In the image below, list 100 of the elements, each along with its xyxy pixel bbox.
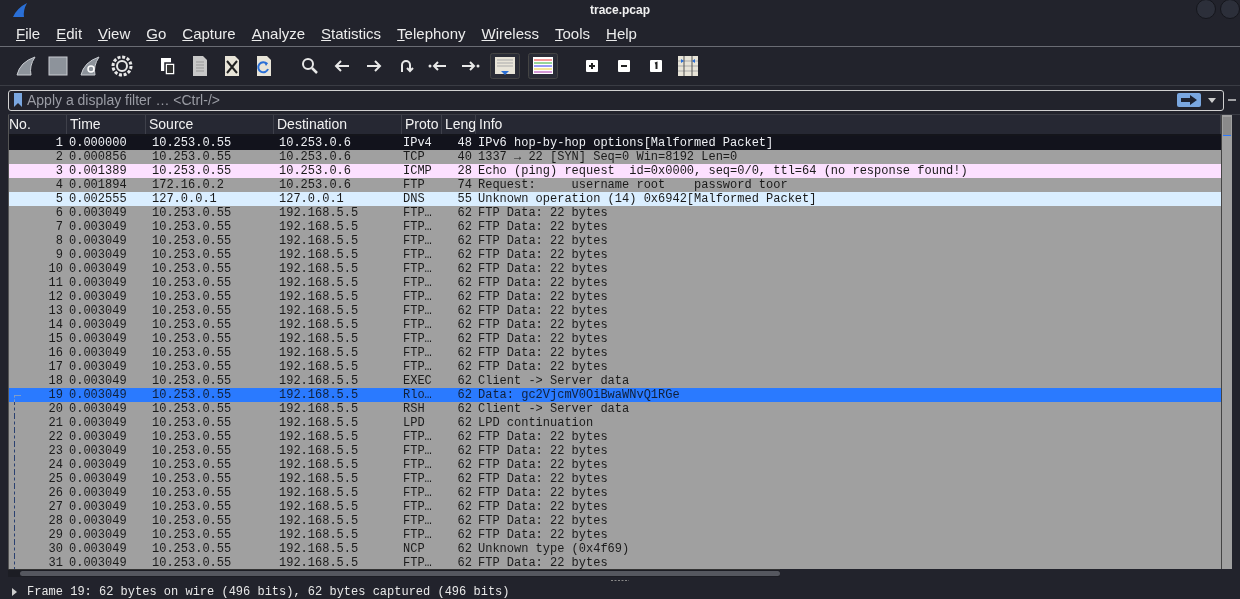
packet-row[interactable]: 24 0.003049 10.253.0.55 192.168.5.5 FTP… 62 FTP Data: 22 bytes bbox=[9, 458, 1221, 472]
packet-row[interactable]: 28 0.003049 10.253.0.55 192.168.5.5 FTP… 62 FTP Data: 22 bytes bbox=[9, 514, 1221, 528]
detail-line[interactable]: Frame 19: 62 bytes on wire (496 bits), 62 bytes captured (496 bits) bbox=[27, 585, 510, 599]
table-cell-text: FTP… bbox=[403, 346, 433, 360]
table-cell-text: 192.168.5.5 bbox=[278, 206, 360, 220]
menu-item[interactable]: File bbox=[8, 24, 49, 42]
packet-row[interactable]: 10 0.003049 10.253.0.55 192.168.5.5 FTP… 62 FTP Data: 22 bytes bbox=[9, 262, 1221, 276]
packet-row[interactable]: 9 0.003049 10.253.0.55 192.168.5.5 FTP… 62 FTP Data: 22 bytes bbox=[9, 248, 1221, 262]
packet-row[interactable]: 18 0.003049 10.253.0.55 192.168.5.5 EXEC 62 Client -> Server data bbox=[9, 374, 1221, 388]
packet-row[interactable]: 26 0.003049 10.253.0.55 192.168.5.5 FTP… 62 FTP Data: 22 bytes bbox=[9, 486, 1221, 500]
stop-icon[interactable] bbox=[46, 54, 70, 78]
packet-row[interactable]: 23 0.003049 10.253.0.55 192.168.5.5 FTP… 62 FTP Data: 22 bytes bbox=[9, 444, 1221, 458]
autoscroll-icon[interactable] bbox=[490, 53, 520, 79]
table-cell-text: 10.253.0.55 bbox=[151, 556, 233, 569]
table-cell-text: 172.16.0.2 bbox=[151, 178, 225, 192]
table-cell-text: 10 bbox=[47, 262, 64, 276]
expand-caret-icon[interactable] bbox=[12, 588, 17, 596]
packet-row[interactable]: 27 0.003049 10.253.0.55 192.168.5.5 FTP… 62 FTP Data: 22 bytes bbox=[9, 500, 1221, 514]
packet-row[interactable]: 12 0.003049 10.253.0.55 192.168.5.5 FTP… 62 FTP Data: 22 bytes bbox=[9, 290, 1221, 304]
menu-item[interactable]: Tools bbox=[547, 24, 599, 42]
table-cell-text: 0.003049 bbox=[68, 486, 128, 500]
menu-item[interactable]: Telephony bbox=[389, 24, 474, 42]
table-cell-text: 62 bbox=[456, 234, 473, 248]
packet-row[interactable]: 1 0.000000 10.253.0.55 10.253.0.6 IPv4 48 IPv6 hop-by-hop options[Malformed Packet] bbox=[9, 136, 1221, 150]
packet-row[interactable]: 14 0.003049 10.253.0.55 192.168.5.5 FTP… 62 FTP Data: 22 bytes bbox=[9, 318, 1221, 332]
table-cell-text: 10.253.0.55 bbox=[151, 444, 233, 458]
menu-item[interactable]: Wireless bbox=[473, 24, 548, 42]
table-cell-text: 0.003049 bbox=[68, 234, 128, 248]
table-cell-text: 192.168.5.5 bbox=[278, 500, 360, 514]
table-cell-text: 48 bbox=[456, 136, 473, 150]
table-cell-text: DNS bbox=[403, 192, 426, 206]
settings-icon[interactable] bbox=[110, 54, 134, 78]
table-cell-text: Data: gc2VjcmV0OiBwaWNvQ1RGe bbox=[478, 388, 681, 402]
packet-row[interactable]: 2 0.000856 10.253.0.55 10.253.0.6 TCP 40 1337 → 22 [SYN] Seq=0 Win=8192 Len=0 bbox=[9, 150, 1221, 164]
table-cell-text: 10.253.0.55 bbox=[151, 542, 233, 556]
table-cell-text: Unknown operation (14) 0x6942[Malformed Packet] bbox=[478, 192, 818, 206]
table-cell-text: FTP… bbox=[403, 528, 433, 542]
table-cell-text: ICMP bbox=[403, 164, 433, 178]
packet-row[interactable]: 11 0.003049 10.253.0.55 192.168.5.5 FTP… 62 FTP Data: 22 bytes bbox=[9, 276, 1221, 290]
column-header[interactable]: Destination bbox=[274, 115, 402, 134]
table-cell-text: 0.003049 bbox=[68, 220, 128, 234]
column-header[interactable]: No. bbox=[9, 115, 67, 134]
table-cell-text: 192.168.5.5 bbox=[278, 290, 360, 304]
vertical-scrollbar[interactable] bbox=[1221, 115, 1232, 569]
shark-fin-icon[interactable] bbox=[14, 54, 38, 78]
packet-row[interactable]: 6 0.003049 10.253.0.55 192.168.5.5 FTP… 62 FTP Data: 22 bytes bbox=[9, 206, 1221, 220]
splitter-handle-icon[interactable] bbox=[610, 579, 630, 582]
packet-row[interactable]: 16 0.003049 10.253.0.55 192.168.5.5 FTP… 62 FTP Data: 22 bytes bbox=[9, 346, 1221, 360]
menu-item[interactable]: Capture bbox=[174, 24, 244, 42]
packet-row[interactable]: 3 0.001389 10.253.0.55 10.253.0.6 ICMP 28 Echo (ping) request id=0x0000, seq=0/0, ttl=64 (no response found!) bbox=[9, 164, 1221, 178]
table-cell-text: 62 bbox=[456, 556, 473, 569]
packet-row[interactable]: 13 0.003049 10.253.0.55 192.168.5.5 FTP… 62 FTP Data: 22 bytes bbox=[9, 304, 1221, 318]
column-header[interactable]: Proto bbox=[402, 115, 442, 134]
dropdown-caret-icon[interactable] bbox=[1208, 97, 1216, 103]
table-cell-text: 6 bbox=[54, 206, 64, 220]
table-cell-text: 192.168.5.5 bbox=[278, 276, 360, 290]
table-cell-text: 192.168.5.5 bbox=[278, 360, 360, 374]
table-cell-text: 127.0.0.1 bbox=[278, 192, 345, 206]
resize-columns-icon[interactable] bbox=[676, 54, 700, 78]
column-header[interactable]: Time bbox=[67, 115, 146, 134]
fin-logo-icon bbox=[12, 2, 28, 18]
packet-row[interactable]: 5 0.002555 127.0.0.1 127.0.0.1 DNS 55 Unknown operation (14) 0x6942[Malformed Packet] bbox=[9, 192, 1221, 206]
table-cell-text: FTP Data: 22 bytes bbox=[478, 458, 609, 472]
table-cell-text: 0.003049 bbox=[68, 304, 128, 318]
packet-row[interactable]: 31 0.003049 10.253.0.55 192.168.5.5 FTP… 62 FTP Data: 22 bytes bbox=[9, 556, 1221, 569]
packet-row[interactable]: 8 0.003049 10.253.0.55 192.168.5.5 FTP… 62 FTP Data: 22 bytes bbox=[9, 234, 1221, 248]
table-cell-text: 0.002555 bbox=[68, 192, 128, 206]
packet-row[interactable]: 30 0.003049 10.253.0.55 192.168.5.5 NCP 62 Unknown type (0x4f69) bbox=[9, 542, 1221, 556]
table-cell-text: 10.253.0.55 bbox=[151, 430, 233, 444]
menu-item[interactable]: Statistics bbox=[313, 24, 390, 42]
packet-row[interactable]: 4 0.001894 172.16.0.2 10.253.0.6 FTP 74 Request: username root password toor bbox=[9, 178, 1221, 192]
filter-input[interactable]: Apply a display filter … <Ctrl-/> bbox=[27, 92, 1173, 108]
table-cell-text: 10.253.0.55 bbox=[151, 458, 233, 472]
packet-row[interactable]: 20 0.003049 10.253.0.55 192.168.5.5 RSH 62 Client -> Server data bbox=[9, 402, 1221, 416]
table-cell-text: FTP… bbox=[403, 220, 433, 234]
packet-row[interactable]: 21 0.003049 10.253.0.55 192.168.5.5 LPD 62 LPD continuation bbox=[9, 416, 1221, 430]
shark-fin-restart-icon[interactable] bbox=[78, 54, 102, 78]
menu-item[interactable]: Edit bbox=[48, 24, 91, 42]
column-header[interactable]: Source bbox=[146, 115, 274, 134]
packet-row[interactable]: 29 0.003049 10.253.0.55 192.168.5.5 FTP… 62 FTP Data: 22 bytes bbox=[9, 528, 1221, 542]
table-cell-text: 62 bbox=[456, 304, 473, 318]
packet-row[interactable]: 17 0.003049 10.253.0.55 192.168.5.5 FTP… 62 FTP Data: 22 bytes bbox=[9, 360, 1221, 374]
table-cell-text: 9 bbox=[54, 248, 64, 262]
column-header[interactable]: Leng bbox=[442, 115, 476, 134]
packet-row[interactable]: 15 0.003049 10.253.0.55 192.168.5.5 FTP… 62 FTP Data: 22 bytes bbox=[9, 332, 1221, 346]
menu-item[interactable]: Analyze bbox=[243, 24, 314, 42]
packet-row[interactable]: 19 0.003049 10.253.0.55 192.168.5.5 Rlo… 62 Data: gc2VjcmV0OiBwaWNvQ1RGe bbox=[9, 388, 1221, 402]
packet-row[interactable]: 7 0.003049 10.253.0.55 192.168.5.5 FTP… 62 FTP Data: 22 bytes bbox=[9, 220, 1221, 234]
menu-item[interactable]: Go bbox=[138, 24, 175, 42]
packet-row[interactable]: 22 0.003049 10.253.0.55 192.168.5.5 FTP… 62 FTP Data: 22 bytes bbox=[9, 430, 1221, 444]
table-cell-text: FTP Data: 22 bytes bbox=[478, 318, 609, 332]
menu-item[interactable]: View bbox=[90, 24, 139, 42]
horizontal-scrollbar[interactable] bbox=[8, 569, 780, 577]
table-cell-text: 14 bbox=[47, 318, 64, 332]
add-filter-button-icon[interactable] bbox=[1228, 96, 1236, 104]
display-filter-field[interactable]: Apply a display filter … <Ctrl-/> bbox=[8, 89, 1224, 111]
packet-row[interactable]: 25 0.003049 10.253.0.55 192.168.5.5 FTP… 62 FTP Data: 22 bytes bbox=[9, 472, 1221, 486]
colored-lines-icon[interactable] bbox=[528, 53, 558, 79]
menu-item[interactable]: Help bbox=[598, 24, 645, 42]
table-cell-text: 10.253.0.55 bbox=[151, 360, 233, 374]
